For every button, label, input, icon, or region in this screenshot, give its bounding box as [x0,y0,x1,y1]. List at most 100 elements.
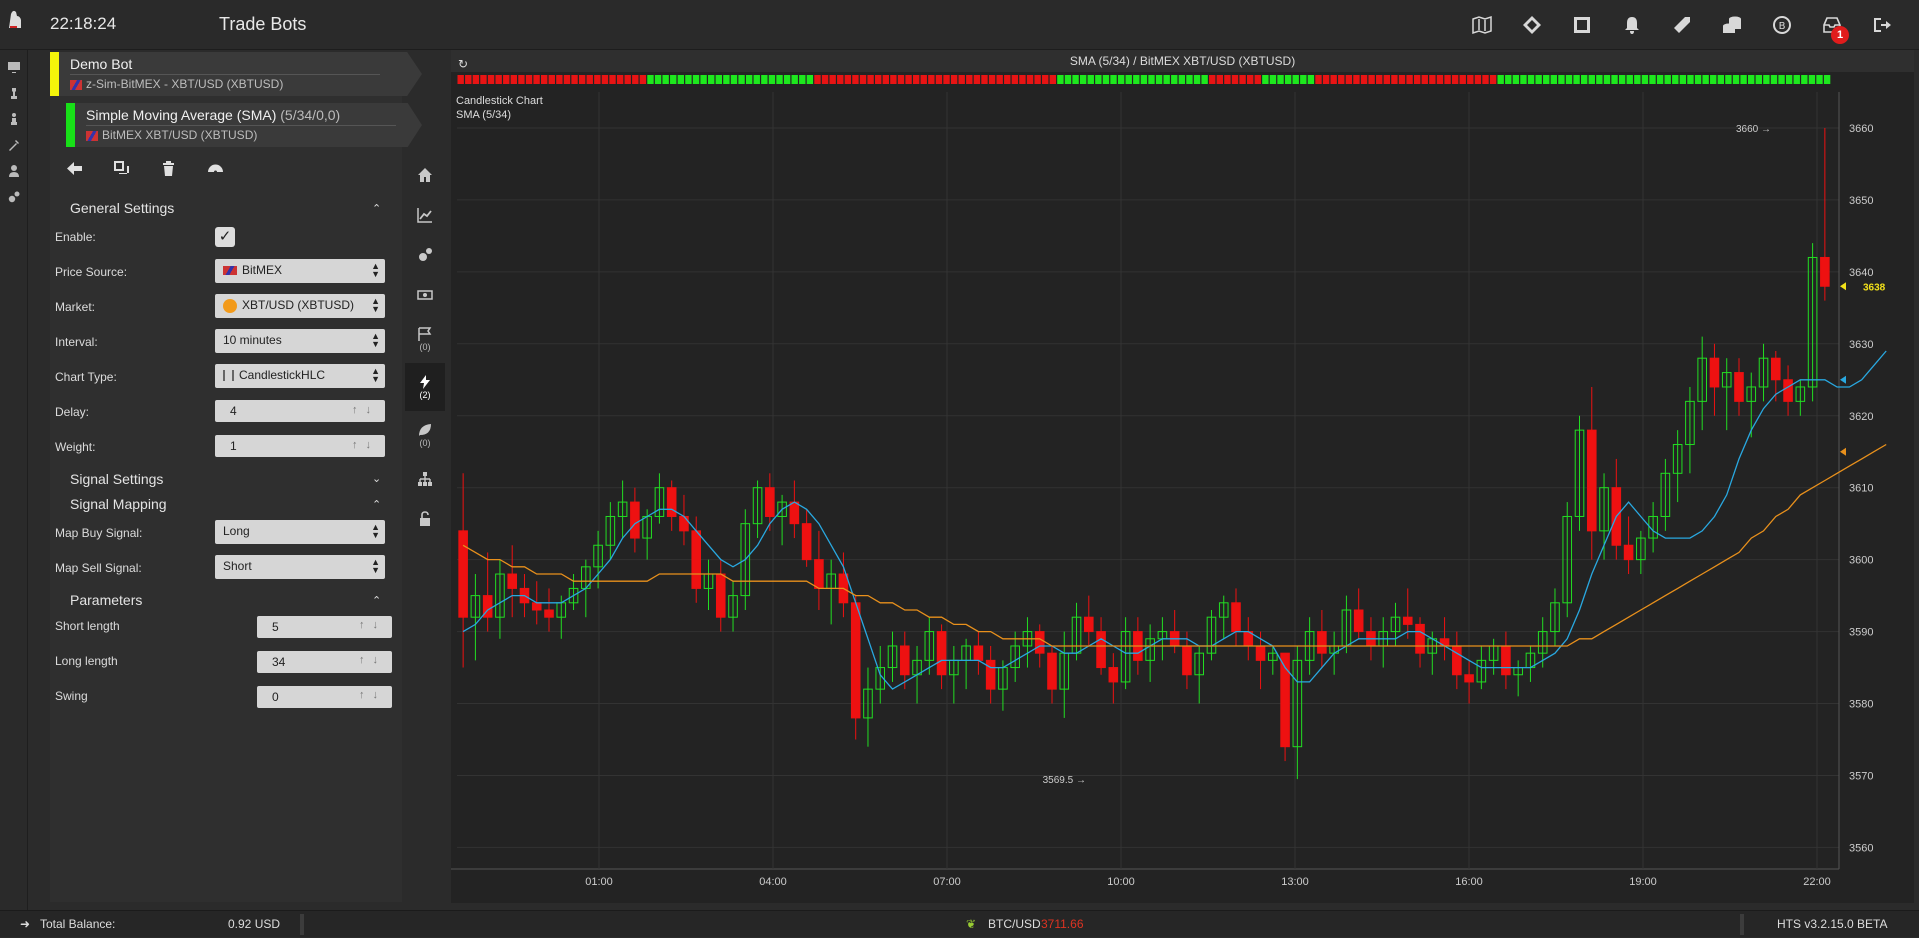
signal-strip-cell [1102,75,1110,84]
inbox-icon[interactable]: 1 [1807,10,1857,44]
candlestick-chart[interactable]: Candlestick Chart SMA (5/34) 3560 3570 3580 3… [451,72,1914,903]
signal-strip-cell [1763,75,1770,84]
interval-select[interactable]: 10 minutes ▲ ▼ [215,329,385,353]
stepper-arrows-icon[interactable]: ↑↓ [359,689,386,701]
user-icon[interactable] [0,158,28,184]
coins-icon[interactable] [1707,10,1757,40]
signal-strip-cell [1603,75,1611,84]
parameters-header[interactable]: Parameters [70,592,142,608]
signal-strip-cell [1292,75,1299,84]
price-source-select[interactable]: BitMEX ▲ ▼ [215,259,385,283]
strategy-name: Simple Moving Average (SMA) (5/34/0,0) [86,107,341,123]
signal-strip-cell [1406,75,1413,84]
chevron-up-icon[interactable]: ⌃ [372,594,381,607]
long-length-input[interactable]: 34 ↑↓ [257,651,392,673]
bot-card-sma[interactable]: Simple Moving Average (SMA) (5/34/0,0) B… [66,103,422,147]
candle-body [765,487,775,517]
signal-strip-cell [601,75,609,84]
back-arrow-icon[interactable] [66,160,83,180]
sell-signal-select[interactable]: Short ▲ ▼ [215,555,385,579]
signal-strip-cell [1656,75,1664,84]
signal-strip-cell [890,75,897,84]
settings-icon[interactable] [0,184,28,210]
stepper-arrows-icon[interactable]: ↑↓ [359,619,386,631]
signal-strip-cell [1353,75,1360,84]
monitor-icon[interactable] [0,54,28,80]
signal-strip-cell [525,75,533,84]
chess-icon[interactable] [0,80,28,106]
dashboard-icon[interactable] [207,160,224,180]
signal-strip-cell [1793,75,1800,84]
signal-strip-cell [821,75,829,84]
x-tick-label: 16:00 [1455,876,1483,888]
tab-leaf[interactable]: (0) [405,411,445,459]
buy-signal-select[interactable]: Long ▲ ▼ [215,520,385,544]
low-marker: 3569.5 → [1043,775,1086,786]
signal-strip-cell [594,75,601,84]
stepper-arrows-icon[interactable]: ↑↓ [352,404,379,416]
ticket-icon[interactable] [1507,10,1557,40]
swing-input[interactable]: 0 ↑↓ [257,686,392,708]
signal-strip-cell [745,75,753,84]
candle-body [691,530,702,589]
bitmex-icon [70,79,82,90]
last-price-label: 3638 [1863,282,1886,293]
bot-settings-panel: Demo Bot z-Sim-BitMEX - XBT/USD (XBTUSD)… [50,52,422,902]
chevron-down-icon[interactable]: ⌄ [372,472,381,485]
tab-settings[interactable] [405,235,445,275]
signal-settings-header[interactable]: Signal Settings [70,471,163,487]
chart-type-select[interactable]: CandlestickHLC ▲ ▼ [215,364,385,388]
signal-strip-cell [875,75,882,84]
stepper-arrows-icon[interactable]: ↑↓ [352,439,379,451]
candlestick-icon [223,370,234,382]
candle-body [1464,674,1474,683]
signal-strip-cell [548,75,555,84]
bell-icon[interactable] [1607,10,1657,40]
delay-input[interactable]: 4 ↑↓ [215,400,385,422]
strategy-color-bar [66,103,75,147]
tools-icon[interactable] [0,132,28,158]
tab-money[interactable] [405,275,445,315]
ticker-label: BTC/USD [988,917,1041,931]
signal-strip-cell [859,75,867,84]
chess-piece-icon[interactable] [0,106,28,132]
signal-strip-cell [1717,75,1725,84]
trash-icon[interactable] [160,160,177,180]
market-select[interactable]: XBT/USD (XBTUSD) ▲ ▼ [215,294,385,318]
signal-strip-cell [1269,75,1277,84]
tab-chart[interactable] [405,195,445,235]
signal-strip-cell [1095,75,1102,84]
enable-checkbox[interactable]: ✓ [215,227,235,247]
map-icon[interactable] [1457,10,1507,40]
signal-strip-cell [670,75,677,84]
chevron-up-icon[interactable]: ⌃ [372,498,381,511]
candle-body [1108,667,1119,683]
tag-icon[interactable] [1657,10,1707,40]
tab-sitemap[interactable] [405,459,445,499]
chart-label: Candlestick Chart [456,95,543,107]
chevron-up-icon[interactable]: ⌃ [372,202,381,215]
candle-body [1783,379,1793,402]
tab-unlock[interactable] [405,499,445,539]
signal-strip-cell [981,75,988,84]
copy-icon[interactable] [113,160,130,180]
signal-strip-cell [541,75,548,84]
bitcoin-sync-icon[interactable]: B [1757,10,1807,40]
tab-home[interactable] [405,155,445,195]
tab-flags[interactable]: (0) [405,315,445,363]
select-arrows-icon: ▲ ▼ [371,261,380,279]
weight-input[interactable]: 1 ↑↓ [215,435,385,457]
select-arrows-icon: ▲ ▼ [371,522,380,540]
expand-icon[interactable] [1557,10,1607,40]
candle-body [1501,645,1511,676]
bot-card-demo[interactable]: Demo Bot z-Sim-BitMEX - XBT/USD (XBTUSD) [50,52,422,96]
stepper-arrows-icon[interactable]: ↑↓ [359,654,386,666]
short-length-input[interactable]: 5 ↑↓ [257,616,392,638]
tab-signals[interactable]: (2) [405,363,445,411]
signal-mapping-header[interactable]: Signal Mapping [70,496,167,512]
select-arrows-icon: ▲ ▼ [371,557,380,575]
app-logo-icon[interactable] [5,8,25,30]
logout-icon[interactable] [1857,10,1907,40]
general-settings-header[interactable]: General Settings [70,200,174,216]
signal-strip-cell [837,75,844,84]
